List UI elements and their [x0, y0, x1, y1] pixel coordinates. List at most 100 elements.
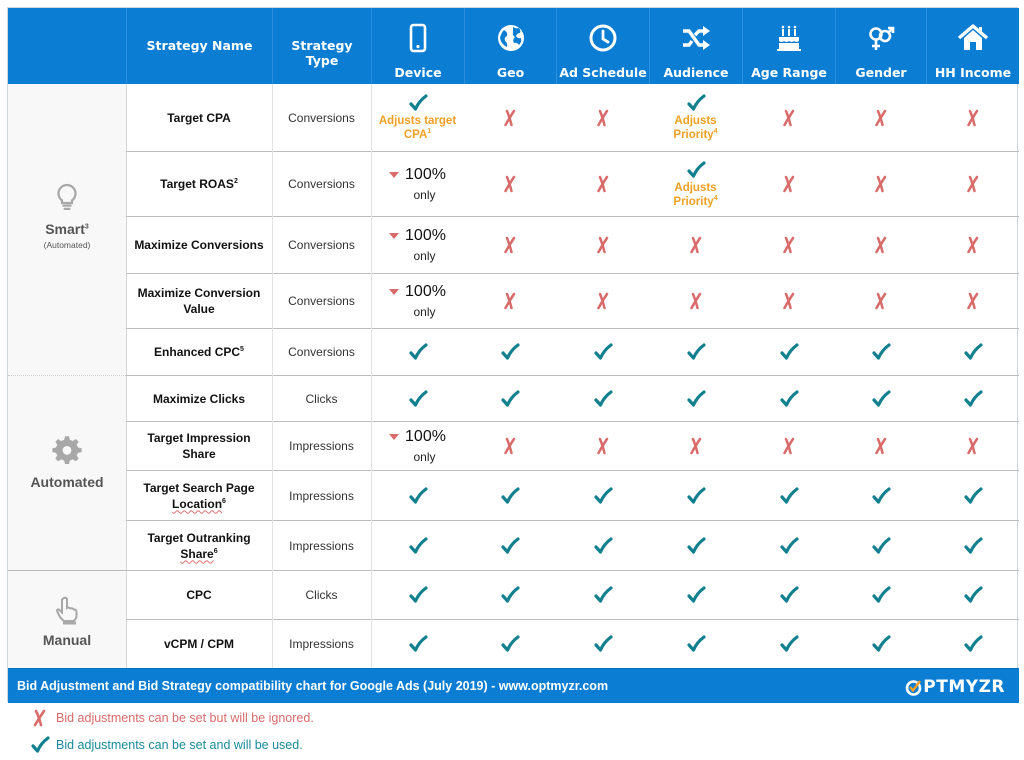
- compat-cell-hh-income: [926, 571, 1019, 619]
- cross-icon: [500, 436, 520, 456]
- cross-icon: [963, 291, 983, 311]
- cross-icon: [871, 291, 891, 311]
- compat-cell-geo: [464, 274, 556, 328]
- check-icon: [408, 536, 428, 556]
- strategy-name: Target Outranking Share6: [126, 521, 272, 570]
- cross-icon: [686, 436, 706, 456]
- compat-cell-gender: [835, 422, 926, 470]
- header-gender: Gender: [835, 8, 926, 84]
- group-name: Manual: [42, 632, 92, 648]
- strategy-type: Clicks: [305, 588, 338, 602]
- check-icon: [686, 536, 706, 556]
- check-icon: [963, 634, 983, 654]
- check-icon: [871, 585, 891, 605]
- compat-cell-audience: [649, 376, 742, 421]
- strategy-name: Maximize Clicks: [126, 376, 272, 421]
- compat-cell-gender: [835, 84, 926, 151]
- header-hh-income: HH Income: [926, 8, 1019, 84]
- strategy-type: Impressions: [289, 488, 354, 503]
- chart-footer: Bid Adjustment and Bid Strategy compatib…: [8, 668, 1019, 703]
- header-ad-schedule: Ad Schedule: [556, 8, 649, 84]
- header-label: HH Income: [934, 65, 1012, 80]
- check-icon: [593, 389, 613, 409]
- cross-icon: [593, 108, 613, 128]
- house-icon: [957, 22, 989, 54]
- lightbulb-icon: [52, 182, 82, 212]
- check-icon: [963, 389, 983, 409]
- check-icon: [686, 160, 706, 180]
- group-name: Automated: [30, 474, 104, 490]
- compat-cell-ad-schedule: [556, 152, 649, 216]
- compat-cell-geo: [464, 217, 556, 273]
- strategy-name: CPC: [126, 571, 272, 619]
- header-label: Strategy Name: [146, 38, 253, 53]
- header-strategy-type: Strategy Type: [272, 8, 371, 84]
- cross-icon: [871, 108, 891, 128]
- decrease-triangle-icon: [389, 434, 400, 440]
- check-icon: [963, 536, 983, 556]
- compat-cell-audience: [649, 274, 742, 328]
- compat-cell-gender: [835, 571, 926, 619]
- cross-icon: [593, 291, 613, 311]
- check-icon: [779, 585, 799, 605]
- strategy-name-text: vCPM / CPM: [163, 637, 234, 651]
- compat-cell-gender: [835, 376, 926, 421]
- check-icon: [30, 735, 50, 755]
- compat-cell-device: Adjusts target CPA1: [371, 84, 464, 151]
- compat-cell-audience: [649, 620, 742, 668]
- compat-cell-device: 100% only: [371, 152, 464, 216]
- only-label: only: [413, 188, 436, 202]
- strategy-type: Conversions: [288, 177, 355, 191]
- cross-icon: [779, 174, 799, 194]
- compat-cell-hh-income: [926, 274, 1019, 328]
- compat-cell-audience: Adjusts Priority4: [649, 84, 742, 151]
- cross-icon: [779, 291, 799, 311]
- check-icon: [500, 486, 520, 506]
- decrease-triangle-icon: [389, 289, 400, 295]
- table-row: Target CPA Conversions Adjusts target CPA1…: [126, 84, 1019, 151]
- header-cell-group: [8, 8, 126, 84]
- check-icon: [871, 634, 891, 654]
- legend-used: Bid adjustments can be set and will be u…: [30, 735, 303, 755]
- compat-cell-age-range: [742, 274, 835, 328]
- compat-cell-ad-schedule: [556, 217, 649, 273]
- compat-cell-ad-schedule: [556, 521, 649, 570]
- strategy-name: Target CPA: [126, 84, 272, 151]
- compat-cell-audience: Adjusts Priority4: [649, 152, 742, 216]
- compat-cell-age-range: [742, 571, 835, 619]
- header-label: Strategy Type: [291, 38, 353, 68]
- cross-icon: [779, 235, 799, 255]
- strategy-name-text: Maximize Conversions: [134, 238, 264, 252]
- shuffle-icon: [680, 22, 712, 54]
- check-icon: [500, 634, 520, 654]
- compat-cell-ad-schedule: [556, 376, 649, 421]
- header-label: Ad Schedule: [559, 65, 647, 80]
- cross-icon: [871, 235, 891, 255]
- check-icon: [593, 486, 613, 506]
- check-icon: [686, 585, 706, 605]
- logo-check-icon: [905, 679, 922, 696]
- group-subtitle: (Automated): [43, 240, 91, 250]
- check-icon: [963, 585, 983, 605]
- only-label: only: [413, 450, 436, 464]
- header-label: Device: [394, 65, 442, 80]
- strategy-type: Conversions: [288, 238, 355, 252]
- adjustment-note: Adjusts Priority4: [673, 115, 718, 141]
- cross-icon: [963, 436, 983, 456]
- compat-cell-hh-income: [926, 152, 1019, 216]
- compat-cell-age-range: [742, 471, 835, 520]
- strategy-type: Conversions: [288, 345, 355, 359]
- device-percentage: 100%: [389, 283, 446, 301]
- gear-icon: [52, 436, 82, 466]
- check-icon: [871, 486, 891, 506]
- check-icon: [408, 634, 428, 654]
- decrease-triangle-icon: [389, 233, 400, 239]
- check-icon: [779, 389, 799, 409]
- header-label: Geo: [496, 65, 525, 80]
- header-device: Device: [371, 8, 464, 84]
- cross-icon: [963, 108, 983, 128]
- check-icon: [686, 342, 706, 362]
- compat-cell-device: 100% only: [371, 422, 464, 470]
- compat-cell-geo: [464, 329, 556, 375]
- check-icon: [686, 389, 706, 409]
